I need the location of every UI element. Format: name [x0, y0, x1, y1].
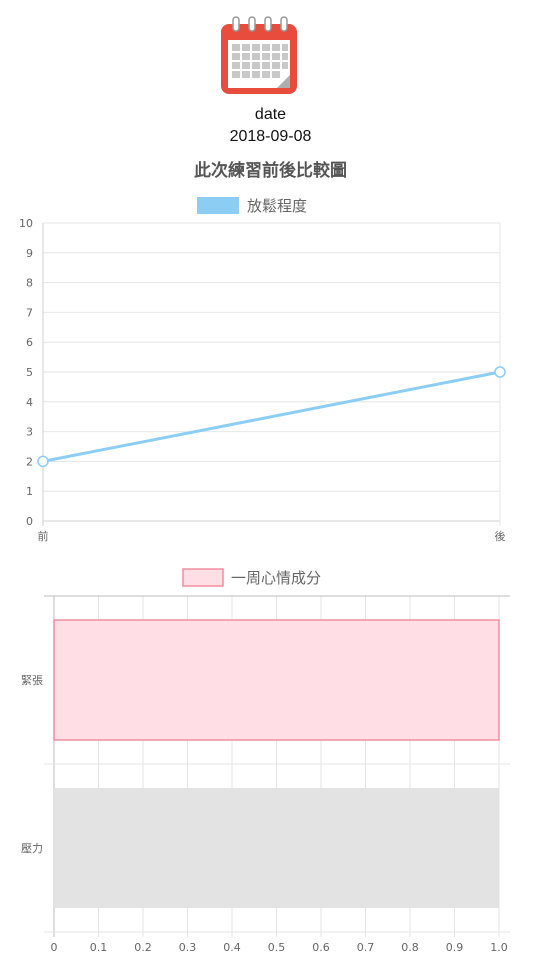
x-tick-label: 0.9 [446, 941, 464, 954]
y-tick-label: 4 [26, 396, 33, 409]
y-tick-label: 8 [26, 277, 33, 290]
data-point [37, 455, 49, 468]
data-point [494, 366, 506, 378]
x-tick-label: 0.8 [401, 941, 419, 954]
y-tick-label: 10 [19, 217, 33, 230]
y-tick-label: 壓力 [21, 842, 43, 855]
y-tick-label: 2 [26, 455, 33, 468]
x-tick-label: 0.2 [134, 941, 152, 954]
x-tick-label: 0.3 [179, 941, 197, 954]
y-tick-label: 7 [26, 306, 33, 319]
y-tick-label: 6 [26, 336, 33, 349]
date-label: date [254, 106, 287, 123]
legend-label: 放鬆程度 [247, 197, 307, 215]
x-tick-label: 1.0 [490, 941, 508, 954]
y-tick-label: 1 [26, 485, 33, 498]
x-tick-label: 0 [51, 941, 58, 954]
y-tick-label: 9 [26, 247, 33, 260]
legend-swatch [197, 197, 239, 214]
x-tick-label: 後 [495, 529, 506, 543]
x-tick-label: 0.4 [223, 941, 241, 954]
bar [54, 788, 499, 908]
bar-chart: 一周心情成分 0 0.1 0.2 0.3 0.4 0.5 0.6 0.7 0.8 0.9 1.0 緊張壓… [21, 568, 510, 954]
series-line [42, 370, 501, 463]
line-chart: 放鬆程度 0 1 2 3 4 5 6 7 8 9 10 前 後 [19, 197, 506, 543]
x-tick-label: 前 [38, 529, 49, 543]
legend-swatch [182, 568, 224, 587]
bar [53, 619, 500, 741]
calendar-icon [221, 16, 297, 94]
page-title: 此次練習前後比較圖 [194, 161, 347, 181]
y-tick-label: 3 [26, 426, 33, 439]
x-tick-label: 0.1 [90, 941, 108, 954]
x-tick-label: 0.5 [268, 941, 286, 954]
legend-label: 一周心情成分 [231, 569, 321, 587]
y-tick-label: 0 [26, 515, 33, 528]
date-value: 2018-09-08 [229, 128, 312, 145]
x-tick-label: 0.7 [357, 941, 375, 954]
y-tick-label: 緊張 [21, 674, 43, 687]
x-tick-label: 0.6 [312, 941, 330, 954]
y-tick-label: 5 [26, 366, 33, 379]
